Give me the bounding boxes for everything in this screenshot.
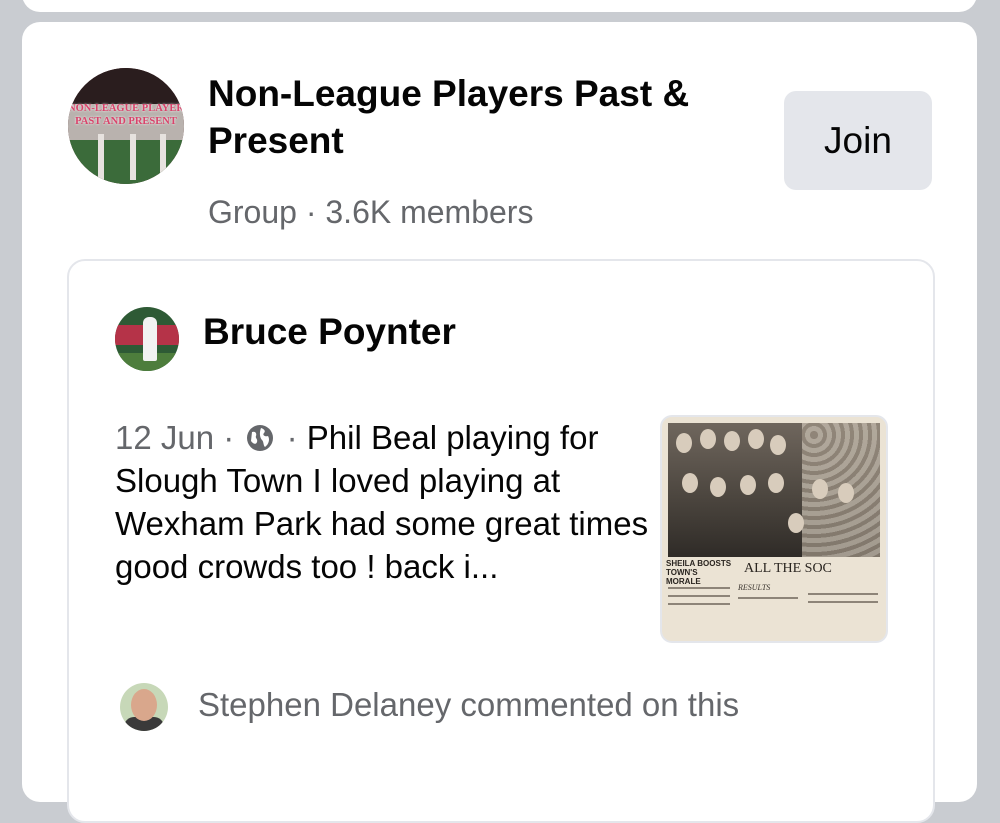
avatar-field bbox=[68, 140, 184, 184]
team-member bbox=[788, 513, 804, 533]
group-avatar[interactable]: NON-LEAGUE PLAYER PAST AND PRESENT bbox=[68, 68, 184, 184]
avatar-face bbox=[131, 689, 157, 721]
team-member bbox=[676, 433, 692, 453]
clipping-text-line bbox=[808, 601, 878, 603]
post-text[interactable]: 12 Jun · · Phil Beal playing for Slough … bbox=[115, 416, 655, 588]
previous-card bbox=[22, 0, 977, 12]
avatar-logo-text: NON-LEAGUE PLAYER PAST AND PRESENT bbox=[68, 103, 184, 127]
group-name[interactable]: Non-League Players Past & Present bbox=[208, 70, 768, 164]
avatar-goalpost bbox=[130, 134, 136, 180]
team-member bbox=[748, 429, 764, 449]
avatar-goalpost bbox=[160, 134, 166, 180]
team-member bbox=[768, 473, 784, 493]
clipping-text-line bbox=[668, 595, 730, 597]
clipping-text-line bbox=[808, 593, 878, 595]
avatar-sky bbox=[68, 68, 184, 104]
group-meta: Group · 3.6K members bbox=[208, 194, 534, 230]
team-member bbox=[740, 475, 756, 495]
post-date[interactable]: 12 Jun bbox=[115, 419, 214, 456]
commenter-avatar[interactable] bbox=[120, 683, 168, 731]
team-member bbox=[710, 477, 726, 497]
group-suggestion-card: NON-LEAGUE PLAYER PAST AND PRESENT Non-L… bbox=[22, 22, 977, 823]
post-preview-card[interactable]: Bruce Poynter 12 Jun · · Phil Beal playi… bbox=[67, 259, 935, 823]
comment-activity[interactable]: Stephen Delaney commented on this bbox=[198, 686, 739, 724]
separator-dot: · bbox=[223, 419, 235, 456]
clipping-text-line bbox=[668, 603, 730, 605]
clipping-results-label: RESULTS bbox=[738, 583, 771, 592]
separator-dot: · bbox=[286, 419, 298, 456]
clipping-headline: ALL THE SOC bbox=[744, 561, 832, 576]
team-member bbox=[682, 473, 698, 493]
author-name[interactable]: Bruce Poynter bbox=[203, 311, 456, 353]
team-member bbox=[700, 429, 716, 449]
globe-icon bbox=[247, 425, 274, 451]
post-thumbnail[interactable]: SHEILA BOOSTS TOWN'S MORALE ALL THE SOC … bbox=[660, 415, 888, 643]
clipping-caption: SHEILA BOOSTS TOWN'S MORALE bbox=[666, 559, 732, 586]
clipping-text-line bbox=[738, 597, 798, 599]
team-member bbox=[812, 479, 828, 499]
avatar-goalpost bbox=[98, 134, 104, 180]
join-button[interactable]: Join bbox=[784, 91, 932, 190]
team-member bbox=[770, 435, 786, 455]
avatar-player bbox=[143, 317, 157, 361]
clipping-text-line bbox=[668, 587, 730, 589]
author-avatar[interactable] bbox=[115, 307, 179, 371]
team-member bbox=[838, 483, 854, 503]
team-member bbox=[724, 431, 740, 451]
